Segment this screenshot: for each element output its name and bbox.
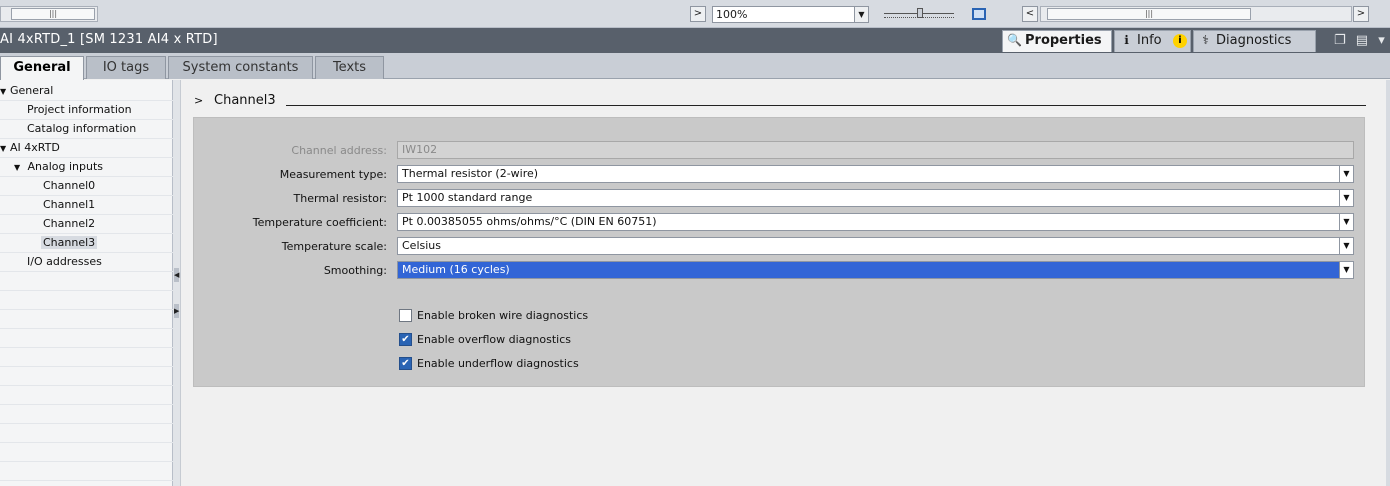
left-horizontal-scrollbar[interactable]: |||: [0, 6, 98, 22]
measurement-type-select[interactable]: Thermal resistor (2-wire) ▼: [397, 165, 1354, 183]
navigation-tree: ▼ General Project information Catalog inf…: [0, 80, 173, 486]
expand-triangle-icon[interactable]: ▼: [14, 159, 24, 177]
channel-address-label: Channel address:: [291, 144, 387, 157]
expand-triangle-icon[interactable]: ▼: [0, 140, 10, 158]
channel-address-field: IW102: [397, 141, 1354, 159]
panel-splitter[interactable]: ◀ ▶: [173, 80, 181, 486]
inspector-title-bar: AI 4xRTD_1 [SM 1231 AI4 x RTD] 🔍 Propert…: [0, 28, 1390, 53]
tab-diagnostics-label: Diagnostics: [1216, 33, 1292, 48]
right-horizontal-scrollbar[interactable]: |||: [1040, 6, 1352, 22]
tab-io-tags[interactable]: IO tags: [86, 56, 166, 79]
section-title: Channel3: [214, 93, 276, 108]
vertical-scrollbar[interactable]: [1386, 80, 1390, 486]
temperature-coefficient-value: Pt 0.00385055 ohms/ohms/°C (DIN EN 60751…: [402, 215, 657, 228]
overflow-diagnostics-label: Enable overflow diagnostics: [417, 333, 571, 346]
scroll-right-button[interactable]: >: [690, 6, 706, 22]
scroll-left-button[interactable]: <: [1022, 6, 1038, 22]
info-badge-icon: i: [1173, 34, 1187, 48]
broken-wire-diagnostics-checkbox[interactable]: Enable broken wire diagnostics: [399, 308, 588, 324]
tab-properties[interactable]: 🔍 Properties: [1002, 30, 1112, 52]
measurement-type-label: Measurement type:: [279, 168, 387, 181]
zoom-select[interactable]: 100% ▼: [712, 6, 869, 23]
tab-system-constants[interactable]: System constants: [168, 56, 313, 79]
properties-tab-bar: General IO tags System constants Texts: [0, 53, 1390, 80]
thermal-resistor-label: Thermal resistor:: [293, 192, 387, 205]
channel-settings-panel: Channel address: IW102 Measurement type:…: [193, 117, 1365, 387]
zoom-fit-icon[interactable]: [972, 8, 986, 20]
temperature-coefficient-select[interactable]: Pt 0.00385055 ohms/ohms/°C (DIN EN 60751…: [397, 213, 1354, 231]
window-title: AI 4xRTD_1 [SM 1231 AI4 x RTD]: [0, 32, 218, 47]
thermal-resistor-value: Pt 1000 standard range: [402, 191, 533, 204]
chevron-down-icon[interactable]: ▼: [1339, 262, 1353, 278]
measurement-type-value: Thermal resistor (2-wire): [402, 167, 539, 180]
scroll-thumb[interactable]: |||: [11, 8, 95, 20]
scroll-right-button[interactable]: >: [1353, 6, 1369, 22]
window-controls[interactable]: ❐ ▤ ▾: [1334, 33, 1388, 48]
temperature-coefficient-label: Temperature coefficient:: [252, 216, 387, 229]
tree-item-channel0[interactable]: Channel0: [43, 177, 95, 195]
tab-info-label: Info: [1137, 33, 1162, 48]
chevron-down-icon[interactable]: ▼: [1339, 166, 1353, 182]
expand-right-icon[interactable]: ▶: [174, 304, 179, 318]
broken-wire-diagnostics-label: Enable broken wire diagnostics: [417, 309, 589, 322]
tree-item-project-information[interactable]: Project information: [27, 101, 132, 119]
info-icon: ℹ: [1124, 33, 1129, 47]
tree-item-catalog-information[interactable]: Catalog information: [27, 120, 136, 138]
tab-diagnostics[interactable]: ⚕ Diagnostics: [1193, 30, 1316, 52]
temperature-scale-select[interactable]: Celsius ▼: [397, 237, 1354, 255]
zoom-value: 100%: [716, 8, 748, 21]
chevron-down-icon[interactable]: ▼: [854, 7, 868, 22]
chevron-down-icon[interactable]: ▼: [1339, 214, 1353, 230]
top-toolbar: ||| > 100% ▼ < ||| >: [0, 0, 1390, 28]
tab-info[interactable]: ℹ Info i: [1114, 30, 1191, 52]
tab-properties-label: Properties: [1025, 33, 1102, 48]
section-divider: [286, 105, 1366, 106]
chevron-down-icon[interactable]: ▼: [1339, 238, 1353, 254]
chevron-right-icon[interactable]: >: [194, 94, 214, 107]
smoothing-select[interactable]: Medium (16 cycles) ▼: [397, 261, 1354, 279]
properties-icon: 🔍: [1007, 33, 1022, 47]
smoothing-value: Medium (16 cycles): [402, 263, 510, 276]
properties-content: > Channel3 Channel address: IW102 Measure…: [182, 80, 1390, 486]
scroll-thumb[interactable]: |||: [1047, 8, 1251, 20]
temperature-scale-label: Temperature scale:: [281, 240, 387, 253]
thermal-resistor-select[interactable]: Pt 1000 standard range ▼: [397, 189, 1354, 207]
zoom-slider-handle[interactable]: [917, 8, 923, 18]
underflow-diagnostics-label: Enable underflow diagnostics: [417, 357, 579, 370]
section-header-channel3[interactable]: > Channel3: [194, 93, 276, 108]
tree-item-analog-inputs[interactable]: ▼ Analog inputs: [14, 158, 103, 176]
tree-item-channel3[interactable]: Channel3: [41, 234, 98, 252]
chevron-down-icon[interactable]: ▼: [1339, 190, 1353, 206]
tree-item-channel2[interactable]: Channel2: [43, 215, 95, 233]
tree-item-channel1[interactable]: Channel1: [43, 196, 95, 214]
tree-item-general[interactable]: ▼ General: [0, 82, 53, 100]
tree-item-io-addresses[interactable]: I/O addresses: [27, 253, 102, 271]
underflow-diagnostics-checkbox[interactable]: ✔ Enable underflow diagnostics: [399, 356, 579, 372]
overflow-diagnostics-checkbox[interactable]: ✔ Enable overflow diagnostics: [399, 332, 571, 348]
zoom-slider[interactable]: [884, 8, 954, 22]
tab-texts[interactable]: Texts: [315, 56, 384, 79]
diagnostics-icon: ⚕: [1202, 33, 1209, 47]
checkbox-checked-icon[interactable]: ✔: [399, 357, 412, 370]
checkbox-checked-icon[interactable]: ✔: [399, 333, 412, 346]
checkbox-unchecked-icon[interactable]: [399, 309, 412, 322]
tab-general[interactable]: General: [0, 56, 84, 80]
temperature-scale-value: Celsius: [402, 239, 441, 252]
expand-triangle-icon[interactable]: ▼: [0, 83, 10, 101]
smoothing-label: Smoothing:: [323, 264, 387, 277]
tree-item-ai-4xrtd[interactable]: ▼ AI 4xRTD: [0, 139, 60, 157]
